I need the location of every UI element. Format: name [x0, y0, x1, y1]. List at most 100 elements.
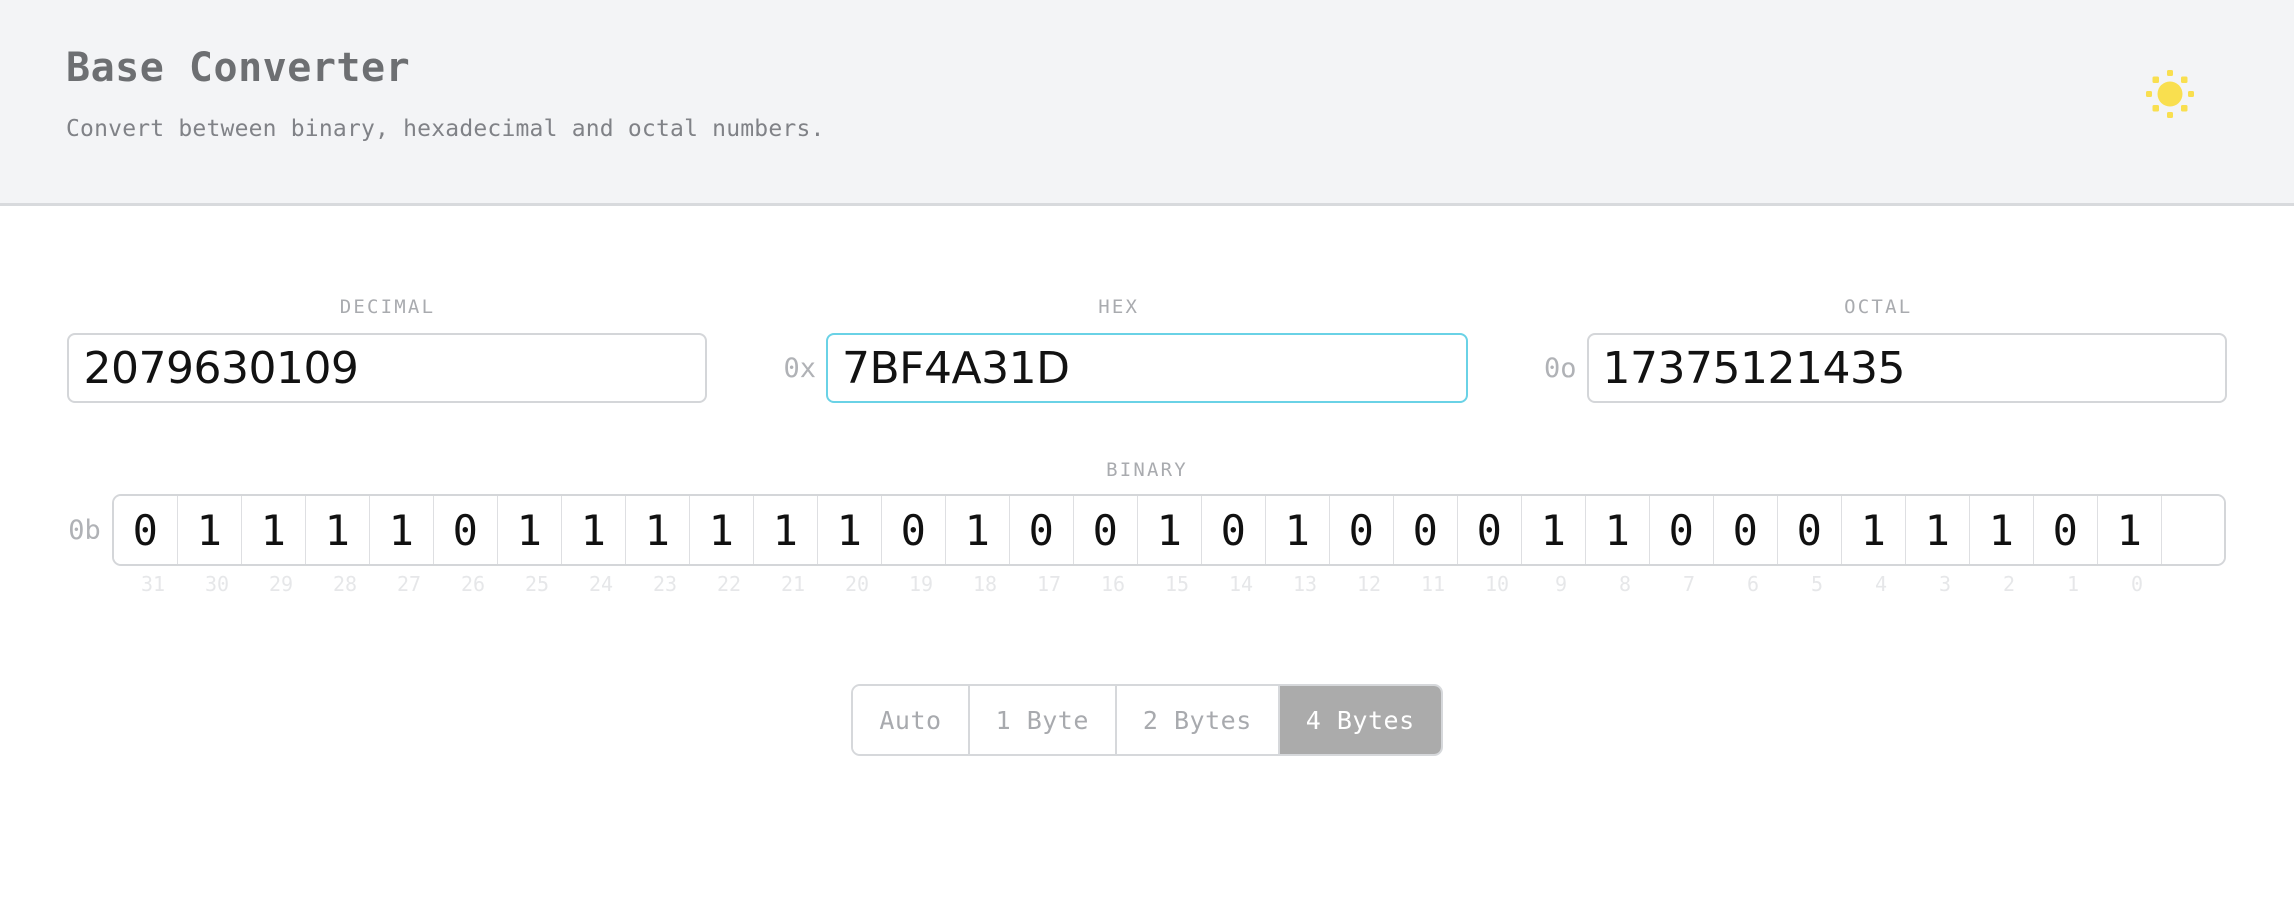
bit-cell[interactable]: 0 — [881, 496, 946, 564]
byte-size-option-2-bytes[interactable]: 2 Bytes — [1116, 686, 1280, 754]
bit-cell[interactable]: 1 — [1265, 496, 1330, 564]
bit-index: 1 — [2066, 572, 2080, 596]
bit-cell[interactable]: 1 — [1585, 496, 1650, 564]
bit-cell[interactable]: 1 — [945, 496, 1010, 564]
bit-cell[interactable]: 1 — [817, 496, 882, 564]
bit-cell[interactable]: 0 — [433, 496, 498, 564]
binary-prefix: 0b — [68, 514, 101, 546]
bit-index: 18 — [972, 572, 998, 596]
bit-index: 15 — [1164, 572, 1190, 596]
bit-index: 29 — [268, 572, 294, 596]
bit-cell[interactable]: 1 — [753, 496, 818, 564]
sun-icon — [2146, 70, 2194, 118]
bit-cell[interactable]: 0 — [2033, 496, 2098, 564]
bit-cell[interactable]: 0 — [1777, 496, 1842, 564]
bit-index: 12 — [1356, 572, 1382, 596]
bit-cell[interactable]: 1 — [1905, 496, 1970, 564]
bit-cell[interactable]: 1 — [1969, 496, 2034, 564]
byte-size-option-auto[interactable]: Auto — [853, 686, 970, 754]
bit-cell[interactable]: 0 — [1393, 496, 1458, 564]
bit-cell[interactable]: 1 — [2097, 496, 2162, 564]
bit-index: 8 — [1618, 572, 1632, 596]
hex-prefix: 0x — [783, 352, 816, 384]
bit-cell[interactable]: 1 — [561, 496, 626, 564]
hex-input[interactable] — [826, 333, 1468, 403]
bit-cell[interactable]: 0 — [1713, 496, 1778, 564]
bit-index: 4 — [1874, 572, 1888, 596]
bit-cell[interactable]: 0 — [113, 496, 178, 564]
bit-cell[interactable]: 1 — [625, 496, 690, 564]
byte-size-option-1-byte[interactable]: 1 Byte — [969, 686, 1117, 754]
bit-cell[interactable]: 1 — [177, 496, 242, 564]
bit-index: 24 — [588, 572, 614, 596]
bit-index: 19 — [908, 572, 934, 596]
bit-index: 30 — [204, 572, 230, 596]
bit-index: 7 — [1682, 572, 1696, 596]
bit-index: 13 — [1292, 572, 1318, 596]
app-header: Base Converter Convert between binary, h… — [0, 0, 2294, 206]
byte-size-selector-wrap: Auto 1 Byte 2 Bytes 4 Bytes — [0, 684, 2294, 756]
bit-index: 17 — [1036, 572, 1062, 596]
binary-bit-strip: 01111011111101001010001100011101 — [111, 494, 2226, 566]
bit-cell[interactable]: 1 — [497, 496, 562, 564]
bit-index: 31 — [140, 572, 166, 596]
decimal-input[interactable] — [67, 333, 708, 403]
bit-index: 11 — [1420, 572, 1446, 596]
bit-cell[interactable]: 1 — [1841, 496, 1906, 564]
page-subtitle: Convert between binary, hexadecimal and … — [66, 116, 825, 142]
theme-toggle-button[interactable] — [2142, 66, 2198, 122]
bit-index: 10 — [1484, 572, 1510, 596]
bit-cell[interactable]: 1 — [305, 496, 370, 564]
octal-field-row: 0o — [1530, 333, 2227, 403]
bit-cell[interactable]: 0 — [1649, 496, 1714, 564]
decimal-field-group: DECIMAL — [67, 296, 708, 403]
bit-index: 28 — [332, 572, 358, 596]
bit-index: 2 — [2002, 572, 2016, 596]
bit-index: 16 — [1100, 572, 1126, 596]
byte-size-option-4-bytes[interactable]: 4 Bytes — [1279, 686, 1441, 754]
octal-prefix: 0o — [1544, 352, 1577, 384]
binary-row: 0b 01111011111101001010001100011101 — [0, 494, 2294, 566]
bit-cell[interactable]: 0 — [1073, 496, 1138, 564]
bit-index: 6 — [1746, 572, 1760, 596]
bit-cell[interactable]: 1 — [1137, 496, 1202, 564]
bit-cell[interactable]: 1 — [369, 496, 434, 564]
bit-index: 5 — [1810, 572, 1824, 596]
bit-index: 23 — [652, 572, 678, 596]
bit-cell[interactable]: 0 — [1009, 496, 1074, 564]
bit-index: 27 — [396, 572, 422, 596]
bit-index: 3 — [1938, 572, 1952, 596]
octal-field-group: OCTAL 0o — [1530, 298, 2227, 403]
bit-index: 9 — [1554, 572, 1568, 596]
byte-size-selector: Auto 1 Byte 2 Bytes 4 Bytes — [851, 684, 1443, 756]
bit-index-list: 31 30 29 28 27 26 25 24 23 22 21 20 19 18 17 16 15 14 13 12… — [121, 574, 2233, 594]
binary-section: BINARY 0b 011110111111010010100011000111… — [0, 461, 2294, 594]
bit-cell[interactable]: 1 — [241, 496, 306, 564]
bit-cell[interactable]: 1 — [689, 496, 754, 564]
base-fields-row: DECIMAL HEX 0x OCTAL 0o — [0, 206, 2294, 403]
bit-index: 21 — [780, 572, 806, 596]
bit-index: 22 — [716, 572, 742, 596]
bit-cell[interactable]: 0 — [1329, 496, 1394, 564]
bit-index-row: 31 30 29 28 27 26 25 24 23 22 21 20 19 18 17 16 15 14 13 12… — [0, 574, 2294, 594]
octal-label: OCTAL — [1844, 296, 1913, 318]
bit-index: 0 — [2130, 572, 2144, 596]
bit-index: 14 — [1228, 572, 1254, 596]
bit-cell[interactable]: 0 — [1457, 496, 1522, 564]
converter-main: DECIMAL HEX 0x OCTAL 0o BINARY — [0, 206, 2294, 756]
bit-index-spacer — [61, 574, 121, 594]
page-title: Base Converter — [66, 45, 411, 91]
hex-label: HEX — [1098, 296, 1140, 318]
bit-strip-pad — [2161, 496, 2224, 564]
hex-field-group: HEX 0x — [769, 298, 1468, 403]
bit-cell[interactable]: 1 — [1521, 496, 1586, 564]
decimal-label: DECIMAL — [339, 296, 436, 318]
bit-index: 25 — [524, 572, 550, 596]
octal-input[interactable] — [1586, 333, 2227, 403]
hex-field-row: 0x — [769, 333, 1468, 403]
bit-cell[interactable]: 0 — [1201, 496, 1266, 564]
binary-label: BINARY — [1106, 459, 1188, 481]
bit-index-pad — [2169, 574, 2233, 594]
bit-index: 20 — [844, 572, 870, 596]
decimal-field-row — [67, 333, 708, 403]
